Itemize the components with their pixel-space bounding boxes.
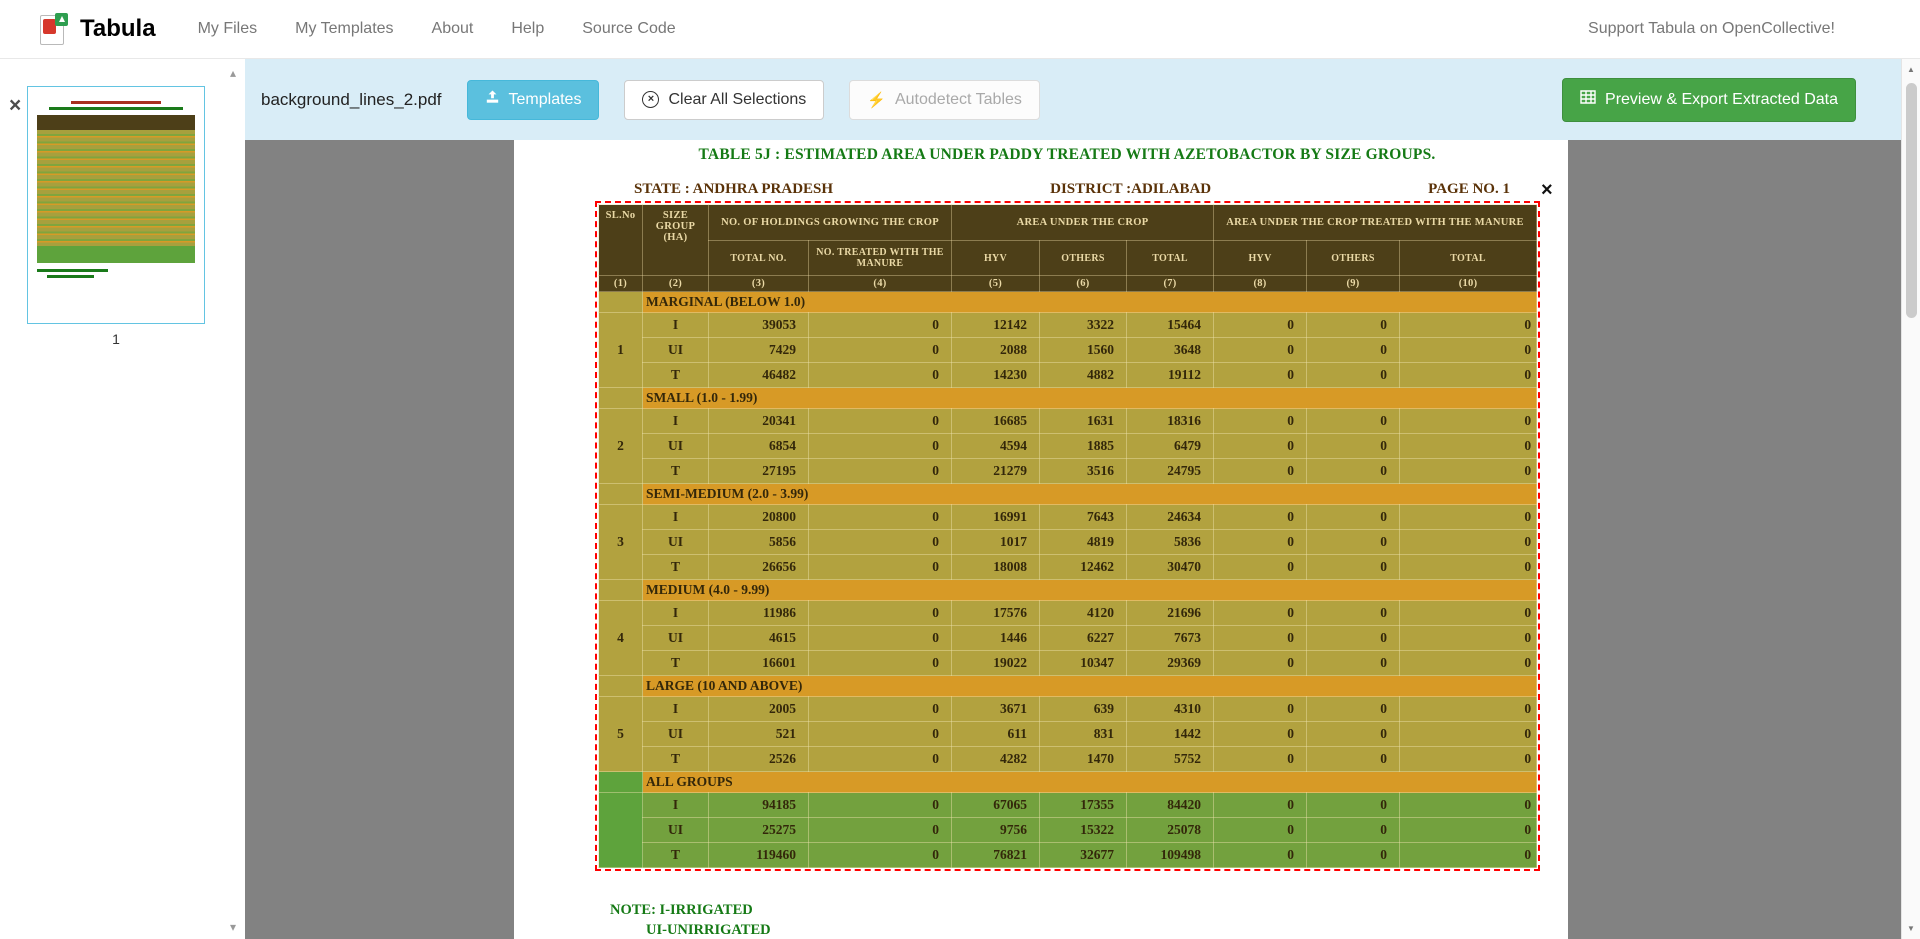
- state-label: STATE : ANDHRA PRADESH: [634, 181, 833, 198]
- thumb-table-rows: [37, 130, 195, 246]
- extract-arrow-icon: [55, 13, 68, 26]
- support-link[interactable]: Support Tabula on OpenCollective!: [1588, 20, 1835, 37]
- scroll-up-icon[interactable]: ▲: [1902, 65, 1920, 74]
- toolbar: background_lines_2.pdf Templates × Clear…: [245, 59, 1920, 140]
- nav-my-files[interactable]: My Files: [198, 20, 258, 38]
- thumb-note-line-2: [47, 275, 94, 278]
- templates-button[interactable]: Templates: [467, 80, 600, 120]
- chevron-up-icon[interactable]: ▴: [230, 67, 236, 79]
- preview-export-button[interactable]: Preview & Export Extracted Data: [1562, 78, 1856, 122]
- autodetect-button-label: Autodetect Tables: [895, 91, 1022, 109]
- page-scrollbar[interactable]: ▲ ▼: [1901, 59, 1920, 939]
- page-thumbnail[interactable]: [27, 86, 205, 324]
- nav-source-code[interactable]: Source Code: [582, 20, 675, 38]
- templates-button-label: Templates: [509, 91, 582, 109]
- tabula-app: Tabula My Files My Templates About Help …: [0, 0, 1920, 939]
- document-title: TABLE 5J : ESTIMATED AREA UNDER PADDY TR…: [598, 146, 1536, 164]
- scrollbar-thumb[interactable]: [1906, 83, 1917, 318]
- thumbnails-sidebar: × ▴ 1 ▾: [0, 59, 245, 939]
- note-line-2: UI-UNIRRIGATED: [646, 922, 771, 939]
- upload-icon: [485, 90, 500, 109]
- nav-about[interactable]: About: [432, 20, 474, 38]
- tabula-brand[interactable]: Tabula: [40, 13, 156, 46]
- pdf-viewer: TABLE 5J : ESTIMATED AREA UNDER PADDY TR…: [245, 140, 1920, 939]
- thumb-table-footer-rows: [37, 246, 195, 263]
- main-nav: My Files My Templates About Help Source …: [198, 20, 676, 38]
- thumb-note-line: [37, 269, 108, 272]
- chevron-down-icon[interactable]: ▾: [230, 921, 236, 933]
- table-grid-icon: [1580, 90, 1596, 109]
- scroll-down-icon[interactable]: ▼: [1902, 924, 1920, 933]
- tabula-logo: [40, 13, 68, 46]
- page-number-label: PAGE NO. 1: [1428, 181, 1510, 198]
- thumb-title-line: [71, 101, 161, 104]
- thumb-subtitle-line: [49, 107, 183, 110]
- brand-title: Tabula: [80, 15, 156, 43]
- nav-right: Support Tabula on OpenCollective!: [1588, 20, 1835, 38]
- pdf-page[interactable]: TABLE 5J : ESTIMATED AREA UNDER PADDY TR…: [514, 140, 1568, 939]
- note-line-1: NOTE: I-IRRIGATED: [610, 902, 771, 919]
- clear-all-selections-button[interactable]: × Clear All Selections: [624, 80, 824, 120]
- table-selection[interactable]: [595, 201, 1540, 871]
- selection-close-icon[interactable]: ×: [1541, 180, 1553, 200]
- lightning-bolt-icon: ⚡: [867, 91, 886, 109]
- district-label: DISTRICT :ADILABAD: [1050, 181, 1211, 198]
- export-button-label: Preview & Export Extracted Data: [1605, 91, 1838, 109]
- thumb-table-header: [37, 115, 195, 130]
- clear-selections-icon: ×: [642, 91, 659, 108]
- top-navbar: Tabula My Files My Templates About Help …: [0, 0, 1920, 59]
- nav-help[interactable]: Help: [511, 20, 544, 38]
- filename-label: background_lines_2.pdf: [261, 90, 442, 110]
- thumbnail-page-number: 1: [27, 331, 205, 347]
- clear-button-label: Clear All Selections: [668, 91, 806, 109]
- document-meta-row: STATE : ANDHRA PRADESH DISTRICT :ADILABA…: [598, 181, 1536, 198]
- nav-my-templates[interactable]: My Templates: [295, 20, 393, 38]
- close-icon[interactable]: ×: [9, 95, 21, 116]
- document-note: NOTE: I-IRRIGATED UI-UNIRRIGATED: [610, 902, 771, 939]
- autodetect-tables-button[interactable]: ⚡ Autodetect Tables: [849, 80, 1040, 120]
